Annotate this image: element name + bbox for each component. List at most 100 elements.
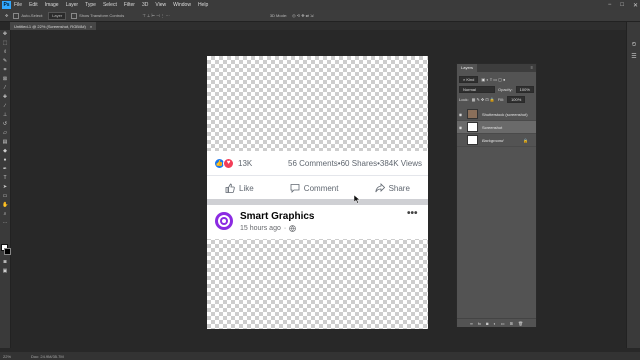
panel-menu-icon[interactable]: ≡ bbox=[531, 64, 533, 72]
reactions[interactable]: 👍 ♥ 13K bbox=[214, 157, 252, 169]
page-name[interactable]: Smart Graphics bbox=[240, 211, 314, 222]
visibility-eye-icon[interactable]: ◉ bbox=[457, 125, 464, 130]
page-avatar[interactable] bbox=[215, 212, 233, 230]
path-select-tool-icon[interactable]: ➤ bbox=[2, 185, 8, 190]
layers-panel: Layers ≡ ⌕ Kind ▣ ◐ T ▭ ▢ ● Normal Opaci… bbox=[456, 63, 537, 327]
history-brush-tool-icon[interactable]: ↺ bbox=[2, 122, 8, 127]
document-canvas[interactable]: 👍 ♥ 13K 56 Comments • 60 Shares • 384K V… bbox=[207, 56, 428, 329]
menu-window[interactable]: Window bbox=[173, 2, 191, 8]
eraser-tool-icon[interactable]: ▱ bbox=[2, 131, 8, 136]
add-mask-icon[interactable]: ◙ bbox=[486, 321, 488, 326]
link-layers-icon[interactable]: ∞ bbox=[470, 321, 473, 326]
background-color-swatch[interactable] bbox=[4, 248, 11, 255]
document-tab-title: Untitled-1 @ 22% (Screenshot, RGB/8#) bbox=[14, 23, 86, 29]
layer-filter-row: ⌕ Kind ▣ ◐ T ▭ ▢ ● bbox=[459, 76, 505, 83]
tools-panel: ✥ ⬚ ℓ ✎ ⌗ ⊠ ⁄ ✚ ∕ ⊥ ↺ ▱ ▤ ◆ ● ✒ T ➤ ▭ ✋ … bbox=[0, 30, 11, 348]
menu-type[interactable]: Type bbox=[85, 2, 96, 8]
minimize-button[interactable]: − bbox=[608, 2, 612, 8]
blur-tool-icon[interactable]: ◆ bbox=[2, 149, 8, 154]
lock-icon: 🔒 bbox=[523, 137, 528, 143]
love-reaction-icon: ♥ bbox=[223, 157, 234, 169]
menu-layer[interactable]: Layer bbox=[66, 2, 79, 8]
document-info[interactable]: Doc: 24.9M/35.7M bbox=[31, 354, 64, 359]
menu-filter[interactable]: Filter bbox=[124, 2, 135, 8]
maximize-button[interactable]: □ bbox=[620, 2, 624, 8]
adjustment-layer-icon[interactable]: ◐ bbox=[493, 321, 495, 326]
auto-select-dropdown[interactable]: Layer bbox=[48, 11, 67, 20]
comment-icon bbox=[290, 184, 300, 193]
eyedropper-tool-icon[interactable]: ⁄ bbox=[2, 86, 8, 91]
visibility-eye-icon[interactable]: ◉ bbox=[457, 112, 464, 117]
shape-tool-icon[interactable]: ▭ bbox=[2, 194, 8, 199]
document-tab-bar bbox=[10, 22, 626, 30]
share-icon bbox=[374, 183, 385, 193]
3d-mode-icons[interactable]: ◎ ⟲ ✥ ⇄ ⇲ bbox=[292, 13, 313, 18]
fill-input[interactable]: 100% bbox=[507, 96, 526, 103]
lock-icons[interactable]: ▦ ✎ ✥ ⊡ 🔒 bbox=[472, 97, 495, 102]
hand-tool-icon[interactable]: ✋ bbox=[2, 203, 8, 208]
quick-mask-icon[interactable]: ◙ bbox=[2, 260, 8, 265]
zoom-tool-icon[interactable]: ⌕ bbox=[2, 212, 8, 217]
dodge-tool-icon[interactable]: ● bbox=[2, 158, 8, 163]
layer-row-selected[interactable]: ◉ Screenshot bbox=[457, 121, 536, 134]
comments-count[interactable]: 56 Comments bbox=[288, 159, 338, 168]
share-button[interactable]: Share bbox=[374, 183, 410, 193]
move-tool-icon[interactable]: ✥ bbox=[2, 32, 8, 37]
new-layer-icon[interactable]: ⊞ bbox=[510, 321, 513, 326]
layer-style-icon[interactable]: fx bbox=[478, 321, 481, 326]
history-panel-icon[interactable]: ⏲ bbox=[630, 42, 638, 49]
transform-controls-checkbox[interactable]: Show Transform Controls bbox=[71, 12, 124, 19]
marquee-tool-icon[interactable]: ⬚ bbox=[2, 41, 8, 46]
screen-mode-icon[interactable]: ▣ bbox=[2, 269, 8, 274]
menu-select[interactable]: Select bbox=[103, 2, 117, 8]
menu-help[interactable]: Help bbox=[198, 2, 208, 8]
layer-thumbnail bbox=[467, 135, 478, 145]
move-tool-icon[interactable]: ✥ bbox=[5, 13, 8, 18]
healing-brush-tool-icon[interactable]: ✚ bbox=[2, 95, 8, 100]
frame-tool-icon[interactable]: ⊠ bbox=[2, 77, 8, 82]
new-group-icon[interactable]: ▭ bbox=[501, 321, 505, 326]
like-button[interactable]: Like bbox=[225, 183, 254, 193]
menu-view[interactable]: View bbox=[155, 2, 166, 8]
menu-file[interactable]: File bbox=[14, 2, 22, 8]
layers-tab[interactable]: Layers bbox=[457, 64, 478, 72]
quick-select-tool-icon[interactable]: ✎ bbox=[2, 59, 8, 64]
close-tab-icon[interactable]: × bbox=[90, 24, 92, 29]
gradient-tool-icon[interactable]: ▤ bbox=[2, 140, 8, 145]
more-tools-icon[interactable]: ⋯ bbox=[2, 221, 8, 226]
opacity-label: Opacity: bbox=[498, 87, 513, 92]
lasso-tool-icon[interactable]: ℓ bbox=[2, 50, 8, 55]
shares-count[interactable]: 60 Shares bbox=[341, 159, 377, 168]
pen-tool-icon[interactable]: ✒ bbox=[2, 167, 8, 172]
post-header: Smart Graphics 15 hours ago · ••• bbox=[207, 205, 428, 239]
document-tab[interactable]: Untitled-1 @ 22% (Screenshot, RGB/8#) × bbox=[10, 22, 97, 30]
layer-row[interactable]: Background 🔒 bbox=[457, 134, 536, 147]
align-icons[interactable]: ⊤ ⊥ ⊢ ⊣ ⋮ ⋯ bbox=[142, 13, 170, 18]
filter-kind-dropdown[interactable]: ⌕ Kind bbox=[459, 76, 479, 83]
menu-3d[interactable]: 3D bbox=[142, 2, 148, 8]
comment-button[interactable]: Comment bbox=[290, 183, 338, 193]
filter-icons[interactable]: ▣ ◐ T ▭ ▢ ● bbox=[481, 77, 505, 82]
clone-stamp-tool-icon[interactable]: ⊥ bbox=[2, 113, 8, 118]
close-window-button[interactable]: ✕ bbox=[633, 2, 638, 9]
type-tool-icon[interactable]: T bbox=[2, 176, 8, 181]
brush-tool-icon[interactable]: ∕ bbox=[2, 104, 8, 109]
more-options-icon[interactable]: ••• bbox=[407, 208, 418, 219]
layer-row[interactable]: ◉ Shutterstock (screenshot) bbox=[457, 108, 536, 121]
post-time[interactable]: 15 hours ago bbox=[240, 225, 281, 232]
properties-panel-icon[interactable]: ☰ bbox=[630, 54, 638, 61]
layer-name: Shutterstock (screenshot) bbox=[482, 111, 528, 117]
like-label: Like bbox=[239, 183, 254, 193]
panel-dock: ⏲ ☰ bbox=[626, 22, 640, 348]
filter-kind-label: Kind bbox=[466, 77, 475, 82]
opacity-input[interactable]: 100% bbox=[515, 86, 534, 93]
menu-image[interactable]: Image bbox=[45, 2, 59, 8]
crop-tool-icon[interactable]: ⌗ bbox=[2, 68, 8, 73]
zoom-level[interactable]: 22% bbox=[3, 354, 11, 359]
auto-select-checkbox[interactable]: Auto-Select: bbox=[13, 12, 43, 19]
blend-mode-dropdown[interactable]: Normal bbox=[459, 86, 495, 93]
menu-edit[interactable]: Edit bbox=[29, 2, 38, 8]
delete-layer-icon[interactable]: 🗑 bbox=[518, 321, 523, 326]
post-meta: 15 hours ago · bbox=[240, 225, 297, 232]
mouse-cursor-icon bbox=[354, 195, 361, 204]
